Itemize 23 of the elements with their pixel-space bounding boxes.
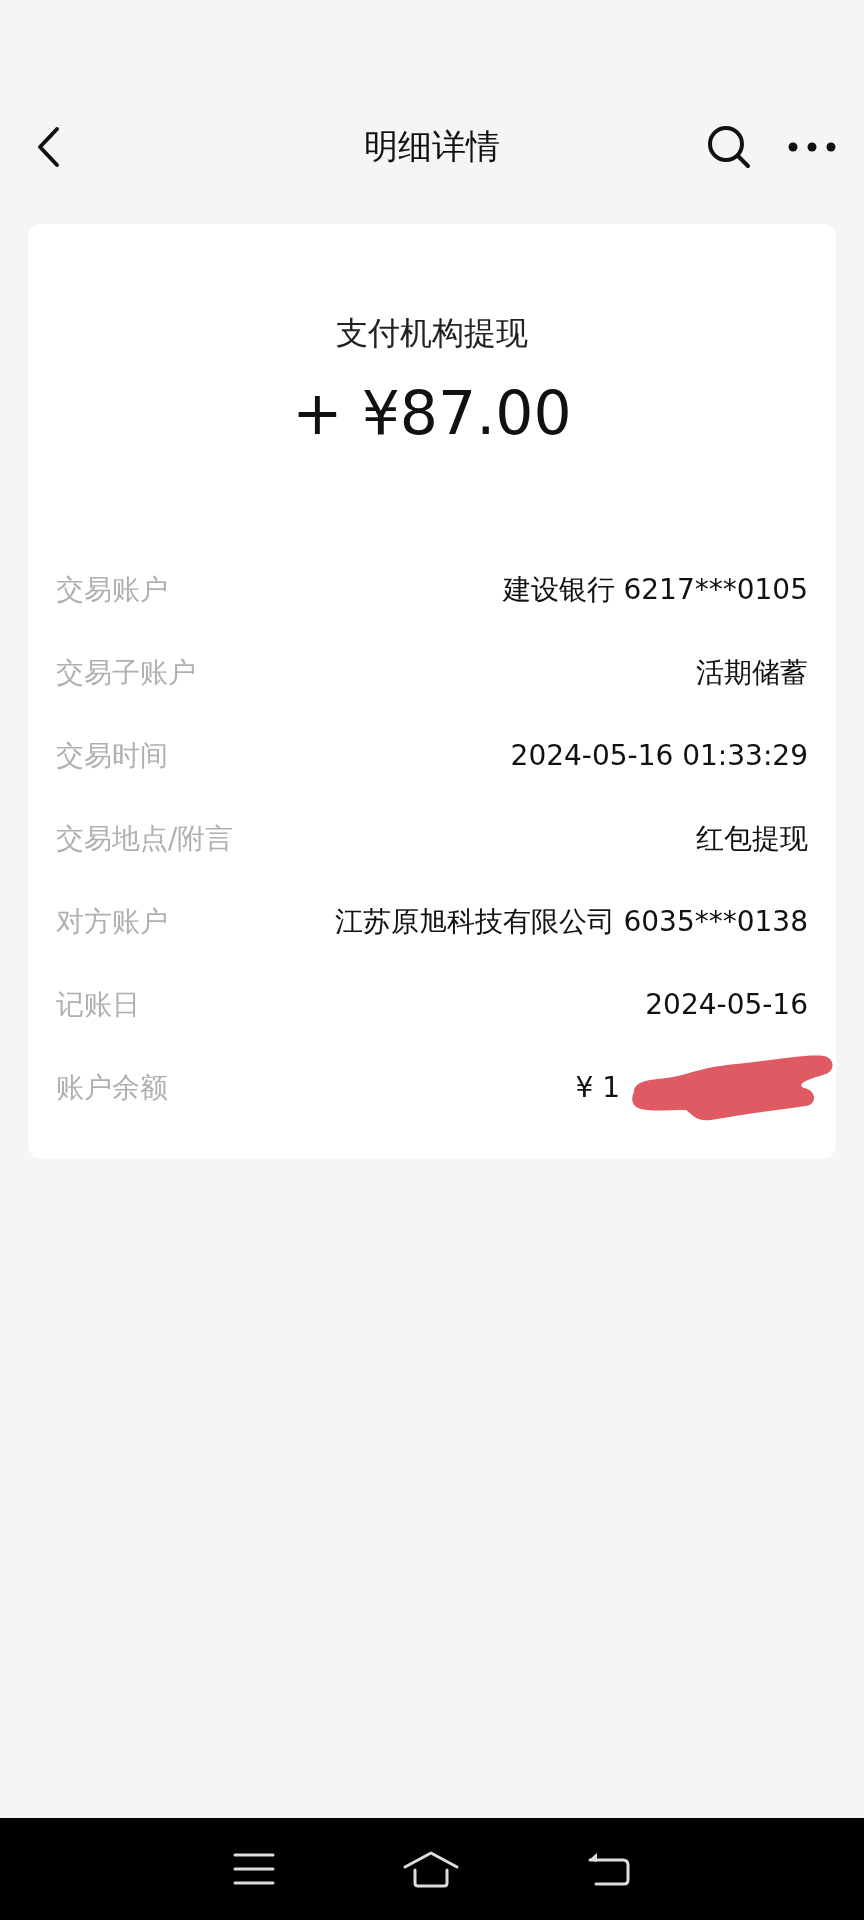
- field-value: 2024-05-16: [645, 988, 808, 1021]
- menu-icon[interactable]: [233, 1852, 276, 1886]
- more-icon[interactable]: [788, 142, 836, 152]
- search-icon[interactable]: [706, 124, 752, 170]
- field-label: 对方账户: [56, 903, 168, 940]
- field-label: 交易时间: [56, 737, 168, 774]
- field-value: 2024-05-16 01:33:29: [510, 739, 808, 772]
- home-icon[interactable]: [402, 1850, 460, 1888]
- field-label: 账户余额: [56, 1069, 168, 1106]
- field-value: 红包提现: [696, 820, 808, 857]
- back-icon[interactable]: [36, 126, 60, 168]
- field-value: 江苏原旭科技有限公司 6035***0138: [334, 903, 808, 940]
- field-value: ¥ 1: [575, 1071, 620, 1104]
- amount: + ¥87.00: [292, 378, 572, 448]
- field-value: 活期储蓄: [696, 654, 808, 691]
- page-title: 明细详情: [364, 125, 500, 168]
- field-label: 交易地点/附言: [56, 820, 234, 857]
- transaction-type: 支付机构提现: [336, 313, 528, 354]
- field-label: 交易账户: [56, 571, 168, 608]
- back-icon[interactable]: [586, 1851, 631, 1887]
- field-value: 建设银行 6217***0105: [502, 571, 808, 608]
- field-label: 记账日: [56, 986, 140, 1023]
- field-label: 交易子账户: [56, 654, 196, 691]
